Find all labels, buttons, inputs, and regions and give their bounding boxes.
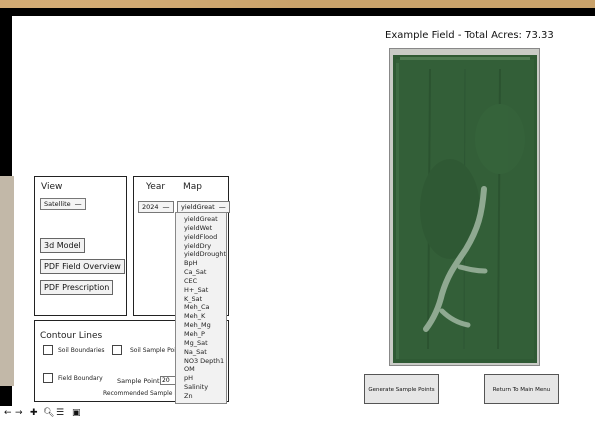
- zoom-icon[interactable]: 🔍︎: [43, 408, 54, 418]
- map-option[interactable]: Ca_Sat: [184, 268, 226, 277]
- map-option[interactable]: CEC: [184, 277, 226, 286]
- map-option[interactable]: NO3 Depth1: [184, 357, 226, 366]
- soil-boundaries-label: Soil Boundaries: [58, 347, 105, 354]
- map-option[interactable]: BpH: [184, 259, 226, 268]
- map-option[interactable]: Meh_P: [184, 330, 226, 339]
- sample-points-label: Sample Points: [117, 377, 163, 385]
- soil-sample-points-checkbox[interactable]: [112, 345, 122, 355]
- save-icon[interactable]: ▣: [72, 408, 81, 418]
- map-option[interactable]: Salinity: [184, 383, 226, 392]
- view-select-value: Satellite: [44, 200, 71, 208]
- forward-icon[interactable]: →: [15, 408, 23, 418]
- back-icon[interactable]: ←: [4, 408, 12, 418]
- map-option[interactable]: Meh_K: [184, 312, 226, 321]
- map-option[interactable]: pH: [184, 374, 226, 383]
- field-boundary-checkbox[interactable]: [43, 373, 53, 383]
- view-select[interactable]: Satellite —: [40, 198, 86, 210]
- field-boundary-label: Field Boundary: [58, 375, 103, 382]
- map-option[interactable]: Na_Sat: [184, 348, 226, 357]
- map-dropdown-list[interactable]: yieldGreat yieldWet yieldFlood yieldDry yiel…: [175, 212, 227, 404]
- year-select[interactable]: 2024—: [138, 201, 174, 213]
- chevron-down-icon: —: [74, 200, 82, 208]
- chevron-down-icon: —: [162, 203, 170, 211]
- view-panel: View Satellite — 3d Model PDF Field Overv…: [34, 176, 127, 316]
- map-option[interactable]: Zn: [184, 392, 226, 401]
- view-label: View: [41, 182, 63, 192]
- map-option[interactable]: yieldGreat: [184, 215, 226, 224]
- map-select-value: yieldGreat: [181, 203, 215, 211]
- configure-icon[interactable]: ☰: [56, 408, 64, 418]
- map-option[interactable]: Meh_Ca: [184, 303, 226, 312]
- generate-sample-points-button[interactable]: Generate Sample Points: [364, 374, 439, 404]
- page-title: Example Field - Total Acres: 73.33: [385, 30, 554, 41]
- pan-icon[interactable]: ✚: [30, 408, 38, 418]
- map-label: Map: [183, 182, 202, 192]
- map-option[interactable]: Meh_Mg: [184, 321, 226, 330]
- map-option[interactable]: H+_Sat: [184, 286, 226, 295]
- soil-boundaries-checkbox[interactable]: [43, 345, 53, 355]
- map-option[interactable]: OM: [184, 365, 226, 374]
- chevron-down-icon: —: [218, 203, 226, 211]
- field-satellite-image: [389, 48, 540, 366]
- left-edge-shadow: [0, 176, 14, 386]
- recommended-sample-points-label: Recommended Sample P: [103, 390, 178, 397]
- field-map: [390, 49, 539, 365]
- map-option[interactable]: K_Sat: [184, 295, 226, 304]
- map-option[interactable]: yieldDry: [184, 242, 226, 251]
- toolbar: ← → ✚ 🔍︎ ☰ ▣: [0, 406, 595, 421]
- map-option[interactable]: yieldDrought: [184, 250, 226, 259]
- map-option[interactable]: yieldWet: [184, 224, 226, 233]
- year-select-value: 2024: [142, 203, 159, 211]
- 3d-model-button[interactable]: 3d Model: [40, 238, 85, 253]
- map-option[interactable]: yieldFlood: [184, 233, 226, 242]
- year-label: Year: [146, 182, 166, 192]
- contour-lines-label: Contour Lines: [40, 331, 103, 341]
- pdf-field-overview-button[interactable]: PDF Field Overview: [40, 259, 125, 274]
- return-to-main-menu-button[interactable]: Return To Main Menu: [484, 374, 559, 404]
- pdf-prescription-button[interactable]: PDF Prescription: [40, 280, 114, 295]
- map-option[interactable]: Mg_Sat: [184, 339, 226, 348]
